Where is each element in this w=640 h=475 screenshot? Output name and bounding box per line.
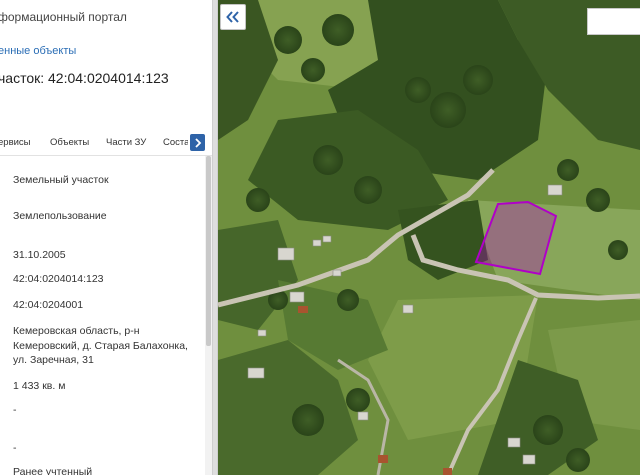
portal-title: формационный портал (0, 10, 127, 24)
scrollbar-thumb[interactable] (206, 156, 211, 346)
collapse-panel-button[interactable] (220, 4, 246, 30)
quarter-number-value: 42:04:0204001 (13, 299, 84, 311)
object-type-value: Земельный участок (13, 174, 109, 186)
map-search-input[interactable] (587, 8, 640, 35)
cadastral-number-value: 42:04:0204014:123 (13, 273, 104, 285)
parcel-title: часток: 42:04:0204014:123 (0, 70, 169, 86)
tab-parcel-parts[interactable]: Части ЗУ (106, 137, 146, 148)
status-value: Ранее учтенный (13, 466, 93, 475)
empty-value-2: - (13, 442, 17, 454)
address-line-2: Кемеровский, д. Старая Балахонка, (13, 340, 188, 352)
tab-scroll-right-button[interactable] (190, 134, 205, 151)
tab-objects[interactable]: Объекты (50, 137, 89, 148)
map-imagery (218, 0, 640, 475)
satellite-map[interactable] (218, 0, 640, 475)
tab-services[interactable]: ервисы (0, 137, 31, 148)
tab-bar: ервисы Объекты Части ЗУ Состав (0, 128, 212, 156)
saved-objects-link[interactable]: енные объекты (0, 45, 76, 57)
address-line-3: ул. Заречная, 31 (13, 354, 94, 366)
info-panel: формационный портал енные объекты часток… (0, 0, 212, 475)
area-value: 1 433 кв. м (13, 380, 66, 392)
chevron-right-icon (194, 137, 201, 148)
double-chevron-left-icon (226, 11, 239, 23)
empty-value-1: - (13, 404, 17, 416)
category-value: Землепользование (13, 210, 107, 222)
address-line-1: Кемеровская область, р-н (13, 325, 140, 337)
date-value: 31.10.2005 (13, 249, 66, 261)
tab-composition[interactable]: Состав (163, 137, 188, 148)
